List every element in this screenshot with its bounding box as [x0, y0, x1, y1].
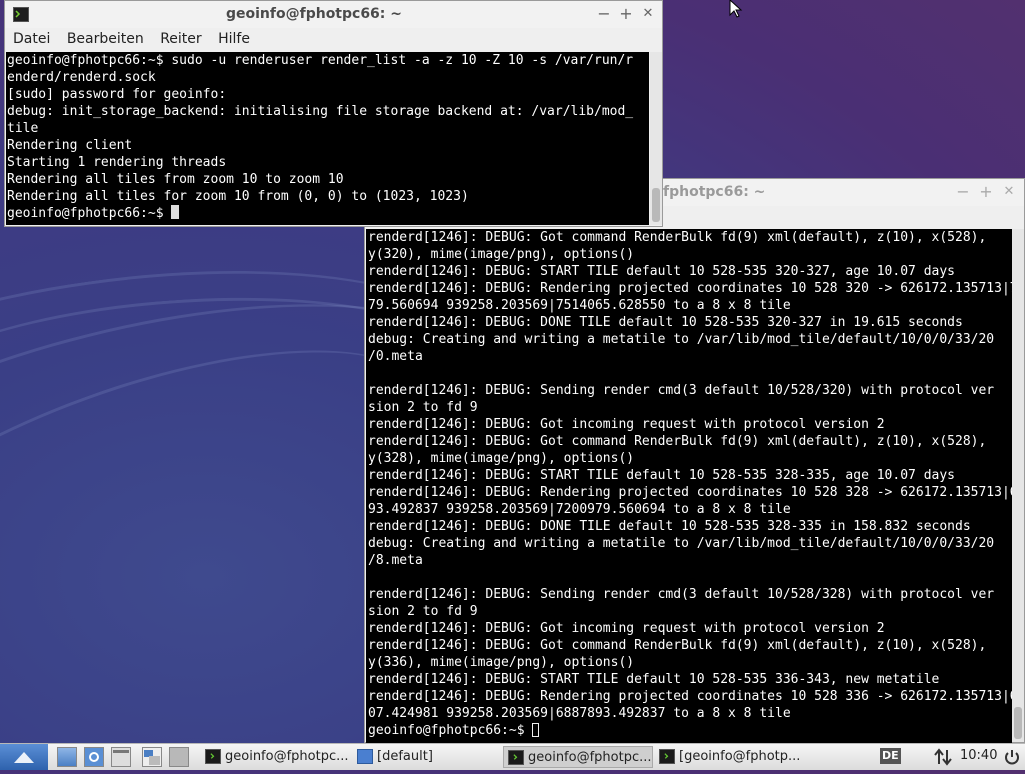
desktop-icon[interactable] — [169, 747, 189, 767]
terminal-line: geoinfo@fphotpc66:~$ sudo -u renderuser … — [7, 53, 634, 68]
terminal-line: sion 2 to fd 9 — [368, 400, 478, 415]
terminal-line: 93.492837 939258.203569|7200979.560694 t… — [368, 502, 791, 517]
terminal-line: y(336), mime(image/png), options() — [368, 655, 635, 670]
settings-icon[interactable] — [84, 747, 104, 767]
menu-datei[interactable]: Datei — [7, 28, 56, 50]
terminal-icon — [205, 749, 221, 764]
terminal-icon — [659, 749, 675, 764]
task-default[interactable]: [default] — [353, 746, 501, 768]
folder-icon — [357, 749, 373, 764]
keyboard-layout-indicator[interactable]: DE — [880, 748, 901, 764]
terminal-line: renderd[1246]: DEBUG: Rendering projecte… — [368, 281, 1012, 296]
terminal-prompt: geoinfo@fphotpc66:~$ — [368, 723, 533, 738]
terminal-line: 79.560694 939258.203569|7514065.628550 t… — [368, 298, 791, 313]
terminal-line: renderd[1246]: DEBUG: Rendering projecte… — [368, 689, 1012, 704]
clock[interactable]: 10:40 — [960, 748, 997, 763]
task-label: geoinfo@fphotpc... — [225, 749, 349, 764]
terminal-line: 07.424981 939258.203569|6887893.492837 t… — [368, 706, 791, 721]
file-manager-icon[interactable] — [57, 747, 77, 767]
terminal-line: Rendering all tiles for zoom 10 from (0,… — [7, 189, 469, 204]
menu-bearbeiten[interactable]: Bearbeiten — [61, 28, 150, 50]
network-icon[interactable] — [933, 748, 953, 766]
close-button[interactable]: ✕ — [1000, 183, 1018, 201]
menu-reiter[interactable]: Reiter — [154, 28, 207, 50]
windows-icon[interactable] — [142, 747, 162, 767]
front-terminal-window[interactable]: geoinfo@fphotpc66: ~ − + ✕ Datei Bearbei… — [4, 0, 663, 227]
text-cursor — [532, 723, 540, 737]
text-cursor — [171, 205, 180, 219]
terminal-line: Rendering all tiles from zoom 10 to zoom… — [7, 172, 344, 187]
front-window-titlebar[interactable]: geoinfo@fphotpc66: ~ − + ✕ — [5, 1, 662, 28]
minimize-button[interactable]: − — [954, 183, 972, 201]
front-menubar: Datei Bearbeiten Reiter Hilfe — [5, 28, 662, 50]
terminal-line: renderd[1246]: DEBUG: Sending render cmd… — [368, 587, 995, 602]
back-terminal-window[interactable]: fphotpc66: ~ − + ✕ renderd[1246]: DEBUG:… — [364, 178, 1025, 743]
terminal-line: renderd[1246]: DEBUG: START TILE default… — [368, 264, 955, 279]
task-back-terminal[interactable]: geoinfo@fphotpc... — [503, 746, 653, 768]
terminal-line: renderd[1246]: DEBUG: Got command Render… — [368, 434, 987, 449]
terminal-line: renderd[1246]: DEBUG: Got incoming reque… — [368, 417, 885, 432]
terminal-icon — [508, 750, 524, 765]
task-label: [geoinfo@fphotp... — [679, 749, 801, 764]
terminal-line: Rendering client — [7, 138, 133, 153]
terminal-line: renderd[1246]: DEBUG: Rendering projecte… — [368, 485, 1012, 500]
terminal-line: y(320), mime(image/png), options() — [368, 247, 635, 262]
terminal-line: renderd[1246]: DEBUG: Got command Render… — [368, 230, 987, 245]
terminal-icon — [13, 7, 29, 22]
mouse-pointer-icon — [729, 0, 743, 18]
maximize-button[interactable]: + — [977, 183, 995, 201]
terminal-launcher-icon[interactable] — [111, 747, 131, 767]
terminal-prompt-line[interactable]: geoinfo@fphotpc66:~$ — [7, 205, 649, 222]
terminal-line: renderd[1246]: DEBUG: START TILE default… — [368, 468, 955, 483]
terminal-line: y(328), mime(image/png), options() — [368, 451, 635, 466]
terminal-line: Starting 1 rendering threads — [7, 155, 227, 170]
task-label: [default] — [377, 749, 433, 764]
close-button[interactable]: ✕ — [639, 5, 657, 23]
terminal-prompt-line[interactable]: geoinfo@fphotpc66:~$ — [368, 722, 1012, 739]
terminal-line: enderd/renderd.sock — [7, 70, 156, 85]
terminal-line: sion 2 to fd 9 — [368, 604, 478, 619]
task-label: geoinfo@fphotpc... — [528, 750, 652, 765]
terminal-line: tile — [7, 121, 39, 136]
terminal-line: renderd[1246]: DEBUG: Got incoming reque… — [368, 621, 885, 636]
task-terminal-3[interactable]: [geoinfo@fphotp... — [655, 746, 805, 768]
terminal-line: debug: init_storage_backend: initialisin… — [7, 104, 634, 119]
terminal-line: renderd[1246]: DEBUG: DONE TILE default … — [368, 315, 963, 330]
terminal-line: /8.meta — [368, 553, 423, 568]
minimize-button[interactable]: − — [595, 5, 613, 23]
terminal-prompt: geoinfo@fphotpc66:~$ — [7, 206, 172, 221]
front-scrollbar[interactable] — [650, 52, 662, 225]
start-menu-icon[interactable] — [0, 744, 48, 770]
terminal-line: debug: Creating and writing a metatile t… — [368, 332, 995, 347]
maximize-button[interactable]: + — [617, 5, 635, 23]
taskbar: geoinfo@fphotpc... [default] geoinfo@fph… — [0, 743, 1025, 770]
terminal-line: renderd[1246]: DEBUG: DONE TILE default … — [368, 519, 971, 534]
back-scrollbar[interactable] — [1012, 229, 1024, 742]
terminal-line: renderd[1246]: DEBUG: Got command Render… — [368, 638, 987, 653]
terminal-line: /0.meta — [368, 349, 423, 364]
front-scrollbar-thumb[interactable] — [652, 188, 660, 222]
terminal-line: renderd[1246]: DEBUG: Sending render cmd… — [368, 383, 995, 398]
terminal-line: renderd[1246]: DEBUG: START TILE default… — [368, 672, 940, 687]
back-terminal-output[interactable]: renderd[1246]: DEBUG: Got command Render… — [366, 229, 1012, 743]
terminal-line: debug: Creating and writing a metatile t… — [368, 536, 995, 551]
power-icon[interactable] — [1003, 748, 1021, 766]
task-front-terminal[interactable]: geoinfo@fphotpc... — [201, 746, 351, 768]
front-terminal-output[interactable]: geoinfo@fphotpc66:~$ sudo -u renderuser … — [6, 52, 649, 225]
front-window-title: geoinfo@fphotpc66: ~ — [226, 6, 403, 22]
terminal-line: [sudo] password for geoinfo: — [7, 87, 227, 102]
back-scrollbar-thumb[interactable] — [1014, 707, 1022, 739]
menu-hilfe[interactable]: Hilfe — [212, 28, 256, 50]
back-window-title: fphotpc66: ~ — [663, 184, 766, 200]
